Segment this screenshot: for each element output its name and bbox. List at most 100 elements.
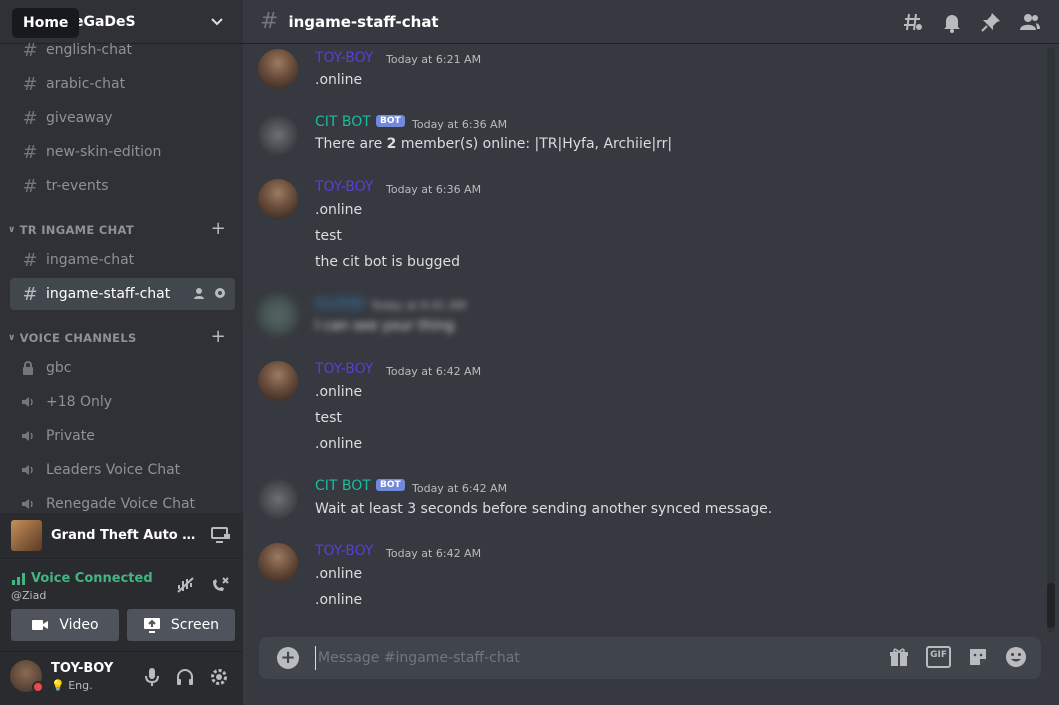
user-panel: TOY-BOY 💡 Eng.: [0, 652, 243, 705]
sticker-icon[interactable]: [967, 646, 989, 668]
message-author[interactable]: CIT BOT: [315, 114, 371, 130]
emoji-icon[interactable]: [1005, 646, 1027, 668]
voice-status[interactable]: Voice Connected: [12, 571, 153, 586]
channel-ingame-chat[interactable]: # ingame-chat: [10, 244, 235, 276]
chat-area: # ingame-staff-chat TOY-BOY Today at 6:2…: [243, 0, 1059, 705]
settings-gear-icon[interactable]: [209, 667, 229, 687]
message-timestamp: Today at 6:42 AM: [386, 365, 482, 378]
voice-channel-gbc[interactable]: gbc: [10, 352, 235, 384]
channel-giveaway[interactable]: # giveaway: [10, 102, 235, 134]
channel-new-skin-edition[interactable]: # new-skin-edition: [10, 136, 235, 168]
message-input[interactable]: [315, 646, 855, 670]
message-timestamp: Today at 6:36 AM: [412, 118, 508, 131]
channel-english-chat[interactable]: # english-chat: [10, 38, 235, 66]
video-button-label: Video: [59, 617, 99, 633]
channel-sidebar: Home eGaDeS # english-chat # arabic-chat…: [0, 0, 243, 705]
channel-label: Private: [46, 428, 95, 444]
add-attachment-button[interactable]: +: [277, 647, 299, 669]
screen-button[interactable]: Screen: [127, 609, 235, 641]
message-text: the cit bot is bugged: [315, 254, 461, 270]
avatar[interactable]: [258, 115, 298, 155]
channel-arabic-chat[interactable]: # arabic-chat: [10, 68, 235, 100]
channel-label: Leaders Voice Chat: [46, 462, 181, 478]
threads-icon[interactable]: [902, 11, 924, 33]
channel-label: ingame-chat: [46, 252, 135, 268]
voice-channel-18-only[interactable]: +18 Only: [10, 386, 235, 418]
voice-channel-renegade[interactable]: Renegade Voice Chat: [10, 488, 235, 514]
disconnect-icon[interactable]: [210, 576, 230, 594]
channel-label: english-chat: [46, 42, 133, 58]
message-author[interactable]: TOY-BOY: [315, 361, 373, 377]
custom-status: 💡 Eng.: [51, 679, 93, 692]
avatar[interactable]: [258, 543, 298, 583]
channel-label: Renegade Voice Chat: [46, 496, 196, 512]
category-voice-channels[interactable]: ∨ VOICE CHANNELS +: [8, 326, 236, 348]
channel-label: gbc: [46, 360, 72, 376]
message-text: .online: [315, 72, 363, 88]
channel-label: ingame-staff-chat: [46, 286, 171, 302]
avatar[interactable]: [258, 49, 298, 89]
add-channel-icon[interactable]: +: [211, 218, 226, 239]
channel-label: tr-events: [46, 178, 109, 194]
screen-button-label: Screen: [170, 617, 220, 633]
message-text: test: [315, 228, 342, 244]
message-timestamp: Today at 6:42 AM: [386, 547, 482, 560]
avatar[interactable]: [258, 479, 298, 519]
hashtag-icon: #: [22, 39, 38, 61]
avatar[interactable]: [258, 179, 298, 219]
add-channel-icon[interactable]: +: [211, 326, 226, 347]
member-list-icon[interactable]: [1019, 11, 1041, 33]
message-text: .online: [315, 384, 363, 400]
message-text: Wait at least 3 seconds before sending a…: [315, 501, 773, 517]
message-text: test: [315, 410, 342, 426]
gif-button[interactable]: GIF: [926, 646, 951, 668]
scrollbar-track[interactable]: [1047, 47, 1055, 632]
message-text: There are 2 member(s) online: |TR|Hyfa, …: [315, 136, 673, 152]
voice-channel-private[interactable]: Private: [10, 420, 235, 452]
voice-status-label: Voice Connected: [31, 571, 153, 586]
voice-connection-panel: Voice Connected @Ziad Video Screen: [0, 560, 243, 652]
message-text: .online: [315, 202, 363, 218]
category-tr-ingame-chat[interactable]: ∨ TR INGAME CHAT +: [8, 218, 236, 240]
lightbulb-icon: 💡: [51, 679, 65, 692]
hashtag-icon: #: [22, 73, 38, 95]
category-label: VOICE CHANNELS: [19, 331, 137, 345]
message-text: .online: [315, 436, 363, 452]
category-label: TR INGAME CHAT: [19, 223, 134, 237]
hashtag-icon: #: [22, 141, 38, 163]
hashtag-icon: #: [260, 9, 279, 34]
bell-icon[interactable]: [941, 11, 963, 33]
signal-bars-icon: [12, 572, 25, 585]
server-name: eGaDeS: [74, 13, 136, 30]
gift-icon[interactable]: [888, 646, 910, 668]
message-author[interactable]: TOY-BOY: [315, 50, 373, 66]
channel-ingame-staff-chat[interactable]: # ingame-staff-chat: [10, 278, 235, 310]
dnd-status-icon: [32, 681, 44, 693]
pin-icon[interactable]: [980, 11, 1002, 33]
avatar[interactable]: [258, 295, 298, 335]
message-author[interactable]: CIT BOT: [315, 478, 371, 494]
channel-tr-events[interactable]: # tr-events: [10, 170, 235, 202]
go-live-icon[interactable]: [211, 526, 231, 544]
message-text: .online: [315, 592, 363, 608]
caret-down-icon: ∨: [8, 225, 16, 235]
speaker-icon: [20, 462, 40, 478]
username[interactable]: TOY-BOY: [51, 661, 113, 676]
message-author[interactable]: TOY-BOY: [315, 179, 373, 195]
video-button[interactable]: Video: [11, 609, 119, 641]
headphones-icon[interactable]: [175, 667, 195, 687]
microphone-icon[interactable]: [143, 667, 161, 687]
avatar[interactable]: [258, 361, 298, 401]
voice-channel-leaders[interactable]: Leaders Voice Chat: [10, 454, 235, 486]
gear-icon[interactable]: [213, 286, 227, 300]
message-author[interactable]: Ov3rDr: [315, 296, 366, 312]
caret-down-icon: ∨: [8, 333, 16, 343]
message-timestamp: Today at 6:42 AM: [412, 482, 508, 495]
message-author[interactable]: TOY-BOY: [315, 543, 373, 559]
scrollbar-thumb[interactable]: [1047, 583, 1055, 628]
hashtag-icon: #: [22, 283, 38, 305]
message-text: I can see your thing: [315, 318, 455, 334]
noise-suppression-icon[interactable]: [176, 576, 196, 594]
invite-icon[interactable]: [193, 286, 207, 300]
speaker-icon: [20, 496, 40, 512]
